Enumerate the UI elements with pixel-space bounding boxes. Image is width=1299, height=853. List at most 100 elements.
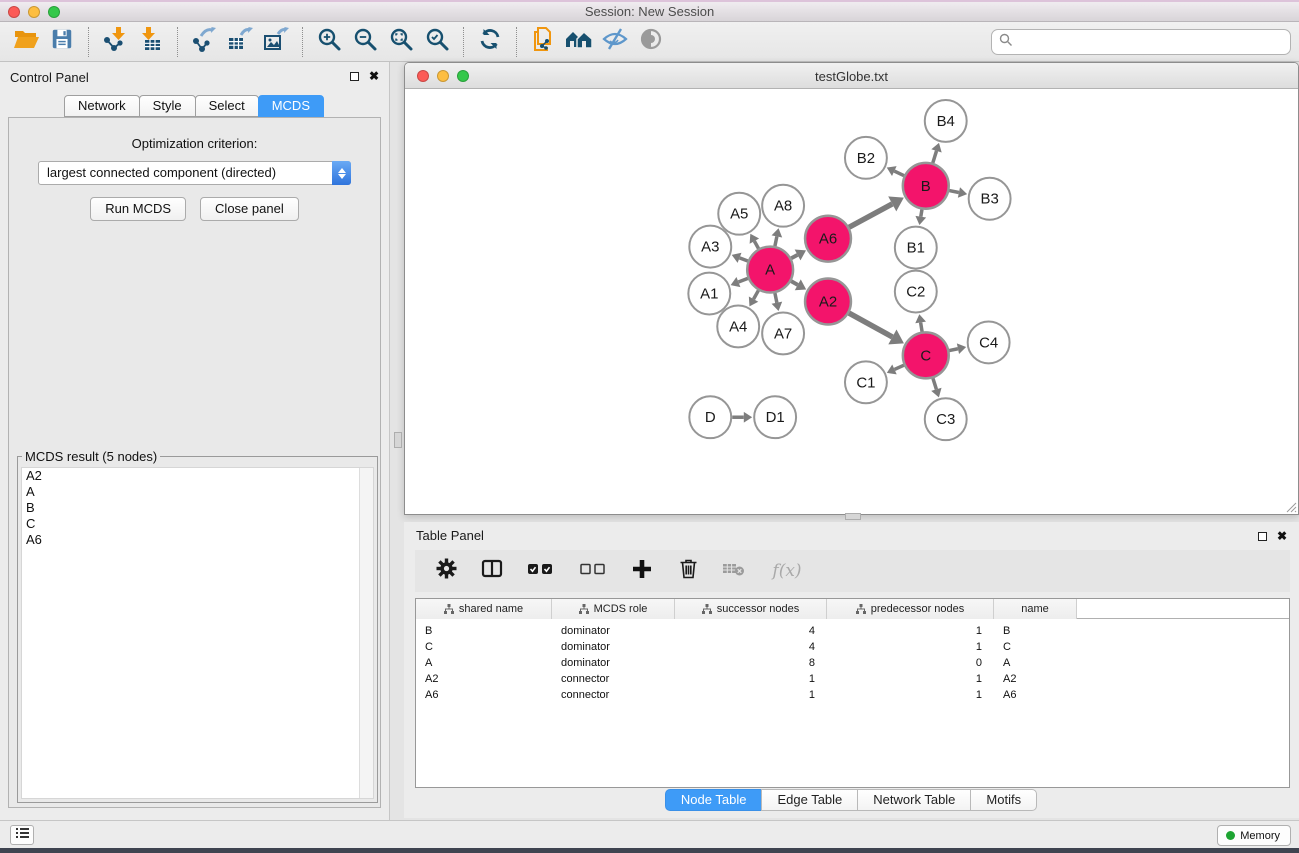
- tab-mcds[interactable]: MCDS: [258, 95, 324, 117]
- task-history-button[interactable]: [10, 825, 34, 845]
- cell-successor-nodes[interactable]: 8: [675, 655, 827, 671]
- graph-edge-B-B3[interactable]: [949, 187, 967, 198]
- zoom-selected-button[interactable]: [419, 25, 455, 59]
- tab-network-table[interactable]: Network Table: [857, 789, 971, 811]
- cell-name[interactable]: A6: [994, 687, 1077, 703]
- table-row[interactable]: B dominator 4 1 B: [416, 623, 1289, 639]
- delete-column-button[interactable]: [675, 558, 701, 584]
- export-network-button[interactable]: [186, 25, 222, 59]
- graph-node-B[interactable]: B: [903, 163, 949, 209]
- close-table-panel-button[interactable]: ✖: [1275, 529, 1289, 543]
- split-divider-handle-vertical[interactable]: [394, 432, 402, 448]
- list-item[interactable]: C: [22, 516, 373, 532]
- cell-mcds-role[interactable]: connector: [552, 671, 675, 687]
- split-divider-handle-horizontal[interactable]: [845, 513, 861, 520]
- graph-node-A2[interactable]: A2: [805, 279, 851, 325]
- show-graphics-details-button[interactable]: [633, 25, 669, 59]
- column-header-successor-nodes[interactable]: successor nodes: [675, 599, 827, 619]
- graph-node-B1[interactable]: B1: [895, 227, 937, 269]
- graph-edge-D-D1[interactable]: [732, 412, 752, 423]
- memory-button[interactable]: Memory: [1217, 825, 1291, 846]
- cell-predecessor-nodes[interactable]: 0: [827, 655, 994, 671]
- hide-graphics-details-button[interactable]: [597, 25, 633, 59]
- graph-node-C2[interactable]: C2: [895, 271, 937, 313]
- cell-successor-nodes[interactable]: 4: [675, 639, 827, 655]
- graph-edge-B-B2[interactable]: [887, 166, 904, 176]
- run-mcds-button[interactable]: Run MCDS: [90, 197, 186, 221]
- graph-node-D[interactable]: D: [689, 396, 731, 438]
- export-image-button[interactable]: [258, 25, 294, 59]
- graph-node-C1[interactable]: C1: [845, 361, 887, 403]
- column-header-predecessor-nodes[interactable]: predecessor nodes: [827, 599, 994, 619]
- cell-mcds-role[interactable]: dominator: [552, 623, 675, 639]
- table-settings-button[interactable]: [433, 558, 459, 584]
- tab-network[interactable]: Network: [64, 95, 140, 117]
- list-item[interactable]: A2: [22, 468, 373, 484]
- column-header-name[interactable]: name: [994, 599, 1077, 619]
- graph-edge-A-A3[interactable]: [732, 253, 748, 263]
- cell-shared-name[interactable]: A2: [416, 671, 552, 687]
- zoom-fit-button[interactable]: [383, 25, 419, 59]
- cell-name[interactable]: A2: [994, 671, 1077, 687]
- cell-successor-nodes[interactable]: 4: [675, 623, 827, 639]
- list-item[interactable]: B: [22, 500, 373, 516]
- cell-shared-name[interactable]: A6: [416, 687, 552, 703]
- import-network-button[interactable]: [97, 25, 133, 59]
- graph-edge-B-B4[interactable]: [931, 143, 941, 163]
- graph-edge-A-A5[interactable]: [750, 234, 759, 249]
- tab-node-table[interactable]: Node Table: [665, 789, 763, 811]
- cell-predecessor-nodes[interactable]: 1: [827, 639, 994, 655]
- graph-node-D1[interactable]: D1: [754, 396, 796, 438]
- cell-mcds-role[interactable]: dominator: [552, 639, 675, 655]
- graph-edge-A-A7[interactable]: [772, 293, 783, 311]
- cell-name[interactable]: C: [994, 639, 1077, 655]
- list-item[interactable]: A6: [22, 532, 373, 548]
- criterion-dropdown[interactable]: largest connected component (directed): [38, 161, 351, 185]
- graph-node-A5[interactable]: A5: [718, 193, 760, 235]
- export-table-button[interactable]: [222, 25, 258, 59]
- cell-predecessor-nodes[interactable]: 1: [827, 671, 994, 687]
- save-session-button[interactable]: [44, 25, 80, 59]
- float-panel-button[interactable]: [347, 69, 361, 83]
- import-table-button[interactable]: [133, 25, 169, 59]
- tab-edge-table[interactable]: Edge Table: [761, 789, 858, 811]
- deselect-all-button[interactable]: [577, 558, 609, 584]
- resize-grip[interactable]: [1283, 499, 1297, 513]
- column-header-shared-name[interactable]: shared name: [416, 599, 552, 619]
- graph-node-C4[interactable]: C4: [968, 321, 1010, 363]
- cell-mcds-role[interactable]: dominator: [552, 655, 675, 671]
- apply-layout-button[interactable]: [472, 25, 508, 59]
- graph-edge-C-C1[interactable]: [887, 365, 904, 375]
- graph-node-A1[interactable]: A1: [688, 273, 730, 315]
- select-all-button[interactable]: [525, 558, 557, 584]
- graph-edge-A-A6[interactable]: [791, 249, 806, 260]
- graph-node-A7[interactable]: A7: [762, 312, 804, 354]
- cell-predecessor-nodes[interactable]: 1: [827, 687, 994, 703]
- float-table-panel-button[interactable]: [1255, 529, 1269, 543]
- cell-name[interactable]: A: [994, 655, 1077, 671]
- list-scrollbar[interactable]: [359, 468, 373, 798]
- close-panel-button[interactable]: ✖: [367, 69, 381, 83]
- table-row[interactable]: C dominator 4 1 C: [416, 639, 1289, 655]
- graph-edge-A-A4[interactable]: [749, 290, 759, 306]
- network-canvas[interactable]: B4B2BB3A8A5A6A3B1AA1C2A2A4A7C4CC1DD1C3: [405, 89, 1298, 514]
- open-session-button[interactable]: [8, 25, 44, 59]
- graph-edge-C-C4[interactable]: [949, 343, 966, 354]
- table-row[interactable]: A2 connector 1 1 A2: [416, 671, 1289, 687]
- graph-edge-B-B1[interactable]: [915, 209, 926, 225]
- table-row[interactable]: A6 connector 1 1 A6: [416, 687, 1289, 703]
- toolbar-search-field[interactable]: [991, 29, 1291, 55]
- graph-edge-A-A8[interactable]: [772, 228, 783, 246]
- tab-motifs[interactable]: Motifs: [970, 789, 1037, 811]
- graph-node-C3[interactable]: C3: [925, 398, 967, 440]
- graph-node-A6[interactable]: A6: [805, 216, 851, 262]
- clone-network-view-button[interactable]: [525, 25, 561, 59]
- cell-mcds-role[interactable]: connector: [552, 687, 675, 703]
- column-header-mcds-role[interactable]: MCDS role: [552, 599, 675, 619]
- cell-successor-nodes[interactable]: 1: [675, 671, 827, 687]
- cell-shared-name[interactable]: C: [416, 639, 552, 655]
- graph-edge-C-C3[interactable]: [931, 378, 941, 397]
- mcds-result-list[interactable]: A2 A B C A6: [21, 467, 374, 799]
- graph-node-A3[interactable]: A3: [689, 226, 731, 268]
- create-column-button[interactable]: [629, 558, 655, 584]
